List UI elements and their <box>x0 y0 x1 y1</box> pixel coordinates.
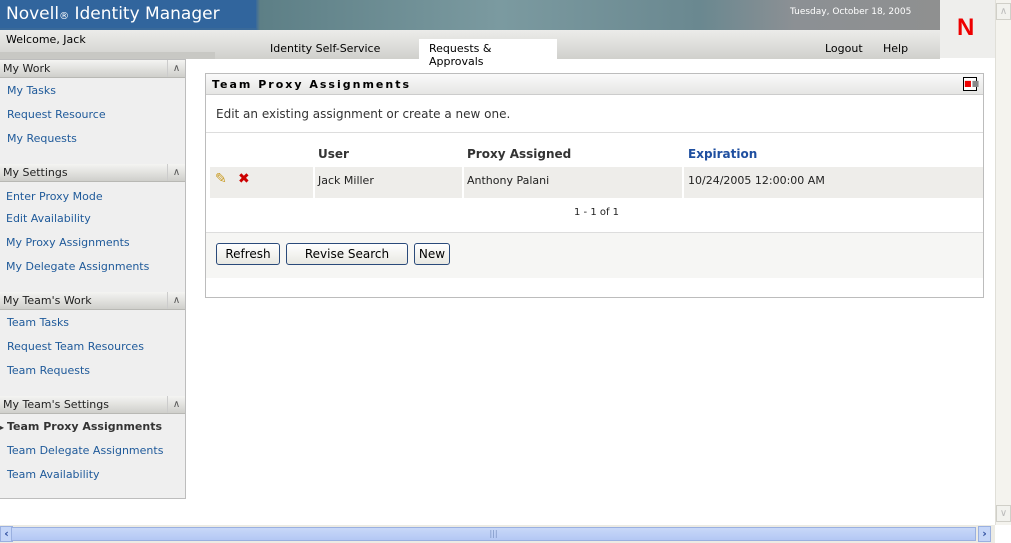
sidebar-item-my-requests[interactable]: My Requests <box>7 132 77 145</box>
sidebar-item-request-resource[interactable]: Request Resource <box>7 108 106 121</box>
sidebar-item-enter-proxy-mode[interactable]: Enter Proxy Mode <box>6 190 103 203</box>
refresh-button[interactable]: Refresh <box>216 243 280 265</box>
section-title: My Team's Settings <box>3 398 109 411</box>
panel-title: Team Proxy Assignments <box>206 74 983 95</box>
registered-mark: ® <box>59 11 70 22</box>
sidebar-item-my-proxy-assignments[interactable]: My Proxy Assignments <box>6 236 130 249</box>
scroll-down-icon[interactable]: ∨ <box>996 505 1011 522</box>
brand-name: Novell <box>6 4 60 24</box>
sidebar: My Work ∧ My Tasks Request Resource My Re… <box>0 59 186 499</box>
section-title: My Work <box>3 62 51 75</box>
team-proxy-panel: Team Proxy Assignments ■■ Edit an existi… <box>205 73 984 298</box>
sidebar-item-team-tasks[interactable]: Team Tasks <box>7 316 69 329</box>
sidebar-item-my-tasks[interactable]: My Tasks <box>7 84 56 97</box>
column-header-expiration[interactable]: Expiration <box>688 147 757 161</box>
panel-description: Edit an existing assignment or create a … <box>216 107 511 121</box>
logout-link[interactable]: Logout <box>825 42 863 55</box>
help-link[interactable]: Help <box>883 42 908 55</box>
sidebar-item-team-proxy-assignments[interactable]: Team Proxy Assignments <box>7 420 162 433</box>
section-title: My Settings <box>3 166 68 179</box>
cell-expiration: 10/24/2005 12:00:00 AM <box>688 174 825 187</box>
section-title: My Team's Work <box>3 294 92 307</box>
sidebar-item-team-availability[interactable]: Team Availability <box>7 468 100 481</box>
welcome-text: Welcome, Jack <box>6 33 86 46</box>
collapse-icon[interactable]: ∧ <box>167 164 185 181</box>
sidebar-item-team-delegate-assignments[interactable]: Team Delegate Assignments <box>7 444 163 457</box>
nav-divider <box>0 52 215 59</box>
collapse-icon[interactable]: ∧ <box>167 396 185 413</box>
sidebar-item-team-requests[interactable]: Team Requests <box>7 364 90 377</box>
edit-pencil-icon[interactable]: ✎ <box>215 171 227 187</box>
column-separator <box>462 167 464 198</box>
section-my-teams-settings[interactable]: My Team's Settings ∧ <box>0 396 185 414</box>
delete-icon[interactable]: ✖ <box>238 171 250 187</box>
current-date: Tuesday, October 18, 2005 <box>790 7 912 17</box>
sidebar-item-my-delegate-assignments[interactable]: My Delegate Assignments <box>6 260 149 273</box>
novell-logo-icon: N <box>957 14 975 41</box>
scroll-up-icon[interactable]: ∧ <box>996 3 1011 20</box>
divider <box>206 132 983 133</box>
collapse-icon[interactable]: ∧ <box>167 60 185 77</box>
tab-requests-approvals[interactable]: Requests & Approvals <box>419 39 557 68</box>
collapse-icon[interactable]: ∧ <box>167 292 185 309</box>
column-separator <box>313 167 315 198</box>
column-header-user[interactable]: User <box>318 147 349 161</box>
active-bullet-icon: ▸ <box>0 423 5 432</box>
pagination-status: 1 - 1 of 1 <box>574 207 620 218</box>
cell-user: Jack Miller <box>318 174 374 187</box>
app-title: Novell® Identity Manager <box>0 0 256 28</box>
column-separator <box>682 167 684 198</box>
product-name: Identity Manager <box>74 4 220 24</box>
sidebar-item-edit-availability[interactable]: Edit Availability <box>6 212 91 225</box>
scroll-right-icon[interactable]: › <box>978 526 991 542</box>
customize-icon[interactable]: ■■ <box>963 77 979 91</box>
section-my-teams-work[interactable]: My Team's Work ∧ <box>0 292 185 310</box>
revise-search-button[interactable]: Revise Search <box>286 243 408 265</box>
new-button[interactable]: New <box>414 243 450 265</box>
section-my-settings[interactable]: My Settings ∧ <box>0 164 185 182</box>
tab-identity-self-service[interactable]: Identity Self-Service <box>260 39 390 59</box>
column-header-proxy-assigned[interactable]: Proxy Assigned <box>467 147 571 161</box>
scrollbar-thumb[interactable]: ||| <box>11 527 976 541</box>
cell-proxy: Anthony Palani <box>467 174 550 187</box>
vertical-scrollbar[interactable]: ∧ ∨ <box>995 0 1011 525</box>
sidebar-item-request-team-resources[interactable]: Request Team Resources <box>7 340 144 353</box>
section-my-work[interactable]: My Work ∧ <box>0 60 185 78</box>
